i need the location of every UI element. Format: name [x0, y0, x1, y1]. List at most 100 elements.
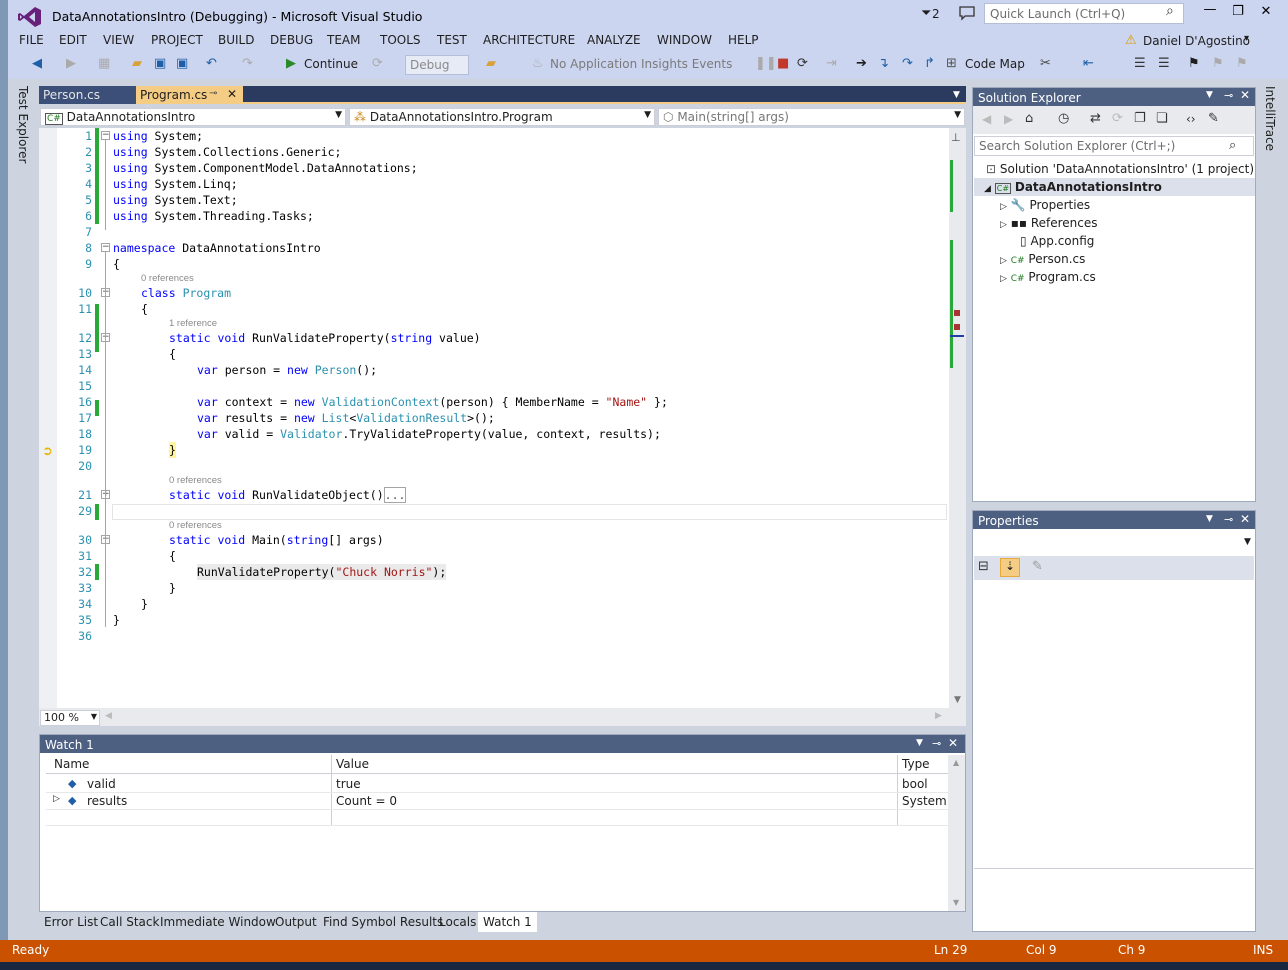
- split-handle-icon[interactable]: ⊥: [951, 131, 961, 144]
- menu-analyze[interactable]: ANALYZE: [587, 33, 641, 47]
- watch-value-valid[interactable]: true: [336, 777, 361, 791]
- tools-icon[interactable]: ✂: [1040, 56, 1051, 71]
- filter-icon[interactable]: ⏷: [921, 6, 931, 21]
- menu-tools[interactable]: TOOLS: [380, 33, 421, 47]
- indicator-margin[interactable]: [39, 128, 57, 708]
- close-tab-icon[interactable]: ✕: [227, 87, 237, 101]
- menu-team[interactable]: TEAM: [327, 33, 360, 47]
- forward-icon[interactable]: ▶: [66, 56, 76, 71]
- chevron-down-icon[interactable]: ▼: [1244, 537, 1251, 547]
- column-header-name[interactable]: Name: [54, 757, 89, 771]
- code-lens-references[interactable]: 0 references: [141, 273, 194, 284]
- column-header-value[interactable]: Value: [336, 757, 369, 771]
- properties-wrench-icon[interactable]: ✎: [1208, 111, 1219, 126]
- bookmark-toggle-icon[interactable]: ⇤: [1083, 56, 1094, 71]
- comment-icon[interactable]: ☰: [1134, 56, 1146, 71]
- tree-item-references[interactable]: ▷ ▪▪ References: [1000, 216, 1098, 230]
- history-icon[interactable]: ◷: [1058, 111, 1069, 126]
- menu-window[interactable]: WINDOW: [657, 33, 712, 47]
- redo-icon[interactable]: ↷: [242, 56, 253, 71]
- code-lens-references[interactable]: 1 reference: [169, 318, 217, 329]
- search-icon[interactable]: ⌕: [1229, 138, 1236, 153]
- prev-bookmark-icon[interactable]: ⚑: [1212, 56, 1224, 71]
- close-panel-icon[interactable]: ✕: [1240, 512, 1250, 526]
- collapse-toggle[interactable]: −: [101, 243, 110, 252]
- show-all-files-icon[interactable]: ❏: [1156, 111, 1168, 126]
- pin-icon[interactable]: ⊸: [932, 737, 941, 750]
- column-divider[interactable]: [897, 755, 898, 825]
- code-map-button[interactable]: Code Map: [965, 57, 1025, 71]
- continue-button[interactable]: Continue: [304, 57, 358, 71]
- menu-view[interactable]: VIEW: [103, 33, 134, 47]
- tab-person-cs[interactable]: Person.cs: [39, 86, 137, 104]
- intellitrace-tab[interactable]: IntelliTrace: [1263, 86, 1277, 151]
- configuration-select[interactable]: Debug: [405, 55, 469, 75]
- view-code-icon[interactable]: ‹›: [1186, 112, 1196, 126]
- tree-item-person-cs[interactable]: ▷ C# Person.cs: [1000, 252, 1085, 266]
- stop-debugging-icon[interactable]: ■: [777, 56, 789, 71]
- tree-item-app-config[interactable]: ▯ App.config: [1020, 234, 1094, 248]
- categorized-icon[interactable]: ⊟: [978, 559, 989, 574]
- user-name[interactable]: Daniel D'Agostino: [1143, 34, 1250, 48]
- code-lens-references[interactable]: 0 references: [169, 520, 222, 531]
- back-icon[interactable]: ◀: [32, 56, 42, 71]
- save-icon[interactable]: ▣: [154, 56, 166, 71]
- quick-launch-input[interactable]: Quick Launch (Ctrl+Q): [984, 3, 1184, 24]
- panel-dropdown-icon[interactable]: ▼: [916, 738, 923, 748]
- undo-icon[interactable]: ↶: [206, 56, 217, 71]
- zoom-select[interactable]: 100 % ▼: [40, 710, 100, 726]
- watch-name-results[interactable]: results: [87, 794, 127, 808]
- tree-solution[interactable]: ⊡ Solution 'DataAnnotationsIntro' (1 pro…: [986, 162, 1254, 176]
- tab-output[interactable]: Output: [275, 915, 317, 929]
- close-window-button[interactable]: ✕: [1256, 4, 1276, 19]
- save-all-icon[interactable]: ▣: [176, 56, 188, 71]
- bookmark-icon[interactable]: ⚑: [1188, 56, 1200, 71]
- collapse-all-icon[interactable]: ❐: [1134, 111, 1146, 126]
- tab-watch-1[interactable]: Watch 1: [478, 912, 537, 932]
- close-panel-icon[interactable]: ✕: [1240, 88, 1250, 102]
- watch-name-valid[interactable]: valid: [87, 777, 116, 791]
- uncomment-icon[interactable]: ☰: [1158, 56, 1170, 71]
- open-file-icon[interactable]: ▰: [132, 56, 142, 71]
- scroll-down-icon[interactable]: ▼: [953, 898, 959, 907]
- home-icon[interactable]: ⌂: [1025, 111, 1033, 126]
- maximize-button[interactable]: ❐: [1228, 4, 1248, 19]
- menu-help[interactable]: HELP: [728, 33, 759, 47]
- tab-error-list[interactable]: Error List: [44, 915, 98, 929]
- tab-list-dropdown-icon[interactable]: ▼: [953, 90, 960, 100]
- find-icon[interactable]: ▰: [486, 56, 496, 71]
- property-pages-icon[interactable]: ✎: [1032, 559, 1043, 574]
- pin-icon[interactable]: ⊸: [1224, 89, 1233, 102]
- feedback-icon[interactable]: [958, 5, 976, 21]
- menu-debug[interactable]: DEBUG: [270, 33, 313, 47]
- project-dropdown[interactable]: C# DataAnnotationsIntro ▼: [40, 108, 346, 126]
- new-project-icon[interactable]: ▦: [98, 56, 110, 71]
- break-all-icon[interactable]: ❚❚: [755, 56, 777, 71]
- scroll-left-icon[interactable]: ◀: [105, 711, 112, 721]
- step-over-icon[interactable]: ↷: [902, 56, 913, 71]
- sync-icon[interactable]: ⇄: [1090, 111, 1101, 126]
- back-icon[interactable]: ◀: [982, 112, 991, 126]
- column-header-type[interactable]: Type: [902, 757, 930, 771]
- show-next-statement-icon[interactable]: ⇥: [826, 56, 837, 71]
- step-out-icon[interactable]: ↱: [924, 56, 935, 71]
- panel-dropdown-icon[interactable]: ▼: [1206, 90, 1213, 100]
- continue-icon[interactable]: ▶: [286, 56, 296, 71]
- editor-vertical-scrollbar[interactable]: [949, 128, 966, 708]
- member-dropdown[interactable]: ⬡ Main(string[] args) ▼: [658, 108, 965, 126]
- tab-find-symbol-results[interactable]: Find Symbol Results: [323, 915, 443, 929]
- test-explorer-tab[interactable]: Test Explorer: [16, 86, 30, 163]
- panel-dropdown-icon[interactable]: ▼: [1206, 514, 1213, 524]
- search-icon[interactable]: ⌕: [1166, 3, 1174, 19]
- next-bookmark-icon[interactable]: ⚑: [1236, 56, 1248, 71]
- menu-architecture[interactable]: ARCHITECTURE: [483, 33, 575, 47]
- forward-icon[interactable]: ▶: [1004, 112, 1013, 126]
- collapsed-region[interactable]: ...: [383, 487, 407, 503]
- expand-row-icon[interactable]: ▷: [53, 794, 60, 804]
- refresh-icon[interactable]: ⟳: [1112, 111, 1123, 126]
- code-lens-references[interactable]: 0 references: [169, 475, 222, 486]
- menu-project[interactable]: PROJECT: [151, 33, 203, 47]
- column-divider[interactable]: [331, 755, 332, 825]
- close-panel-icon[interactable]: ✕: [948, 736, 958, 750]
- user-dropdown-icon[interactable]: ▾: [1244, 33, 1249, 44]
